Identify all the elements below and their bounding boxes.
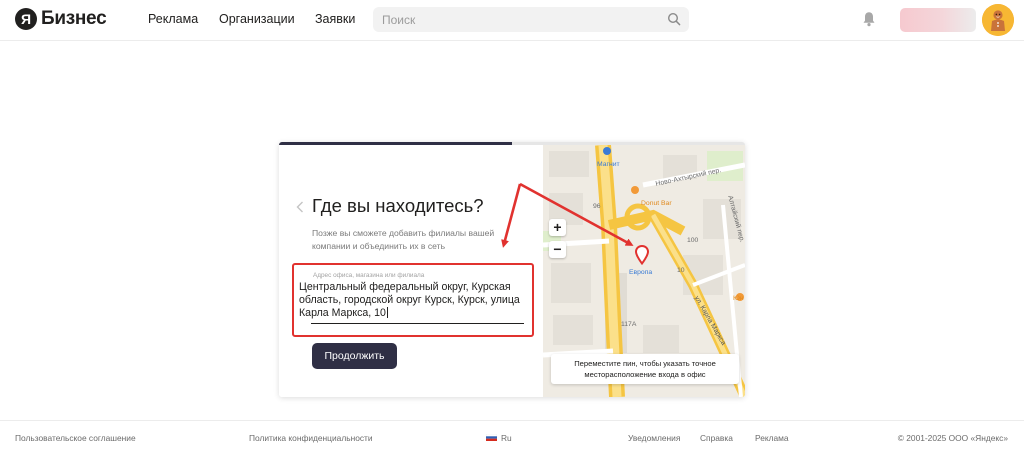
map-label-house-100: 100 bbox=[687, 237, 699, 244]
address-field-highlight: Адрес офиса, магазина или филиала Центра… bbox=[292, 263, 534, 337]
footer-advertising[interactable]: Реклама bbox=[755, 433, 789, 443]
footer-notifications[interactable]: Уведомления bbox=[628, 433, 680, 443]
address-field-label: Адрес офиса, магазина или филиала bbox=[313, 272, 425, 279]
footer-language-switcher[interactable]: Ru bbox=[501, 433, 512, 443]
logo-text: Бизнес bbox=[41, 8, 107, 29]
search-icon[interactable] bbox=[667, 12, 681, 26]
location-step-card: Где вы находитесь? Позже вы сможете доба… bbox=[279, 142, 745, 397]
text-caret bbox=[386, 307, 388, 318]
map-label-partial: Юн bbox=[733, 295, 744, 302]
nav-organizations[interactable]: Организации bbox=[219, 12, 295, 26]
nav-advertising[interactable]: Реклама bbox=[148, 12, 198, 26]
map-label-house-96: 96 bbox=[593, 203, 601, 210]
map-hint-tooltip: Переместите пин, чтобы указать точное ме… bbox=[551, 354, 739, 384]
footer-user-agreement[interactable]: Пользовательское соглашение bbox=[15, 433, 136, 443]
map-pin-icon[interactable] bbox=[635, 245, 649, 265]
continue-button[interactable]: Продолжить bbox=[312, 343, 397, 369]
map-label-house-117a: 117А bbox=[621, 321, 637, 328]
yandex-business-logo[interactable]: Я Бизнес bbox=[15, 8, 107, 30]
search-bar bbox=[373, 7, 689, 32]
account-switcher[interactable] bbox=[900, 8, 976, 32]
footer-copyright: © 2001-2025 ООО «Яндекс» bbox=[897, 433, 1008, 443]
gingerbread-avatar-icon bbox=[982, 4, 1014, 36]
footer-privacy-policy[interactable]: Политика конфиденциальности bbox=[249, 433, 373, 443]
map-label-donut-bar: Donut Bar bbox=[641, 200, 672, 207]
top-header: Я Бизнес Реклама Организации Заявки bbox=[0, 0, 1024, 41]
address-field-underline bbox=[311, 323, 524, 324]
page-title: Где вы находитесь? bbox=[312, 195, 484, 216]
location-map[interactable]: Магнит Ново-Ахтырский пер. Donut Bar Евр… bbox=[543, 145, 745, 397]
page-subtitle: Позже вы сможете добавить филиалы вашей … bbox=[312, 228, 495, 251]
page-footer: Пользовательское соглашение Политика кон… bbox=[0, 420, 1024, 451]
avatar[interactable] bbox=[982, 4, 1014, 36]
address-input-text: Центральный федеральный округ, Курская о… bbox=[299, 281, 520, 319]
zoom-in-button[interactable]: + bbox=[549, 219, 566, 236]
location-form: Где вы находитесь? Позже вы сможете доба… bbox=[279, 145, 543, 397]
map-label-magnit: Магнит bbox=[597, 161, 620, 168]
search-input[interactable] bbox=[382, 12, 652, 27]
address-input[interactable]: Центральный федеральный округ, Курская о… bbox=[299, 281, 525, 320]
flag-icon bbox=[486, 434, 497, 441]
bell-icon[interactable] bbox=[862, 11, 876, 27]
map-label-evropa: Европа bbox=[629, 269, 653, 276]
zoom-out-button[interactable]: − bbox=[549, 241, 566, 258]
chevron-left-icon[interactable] bbox=[296, 201, 304, 213]
yandex-logo-mark: Я bbox=[15, 8, 37, 30]
nav-requests[interactable]: Заявки bbox=[315, 12, 355, 26]
map-label-house-10: 10 bbox=[677, 267, 685, 274]
footer-help[interactable]: Справка bbox=[700, 433, 733, 443]
